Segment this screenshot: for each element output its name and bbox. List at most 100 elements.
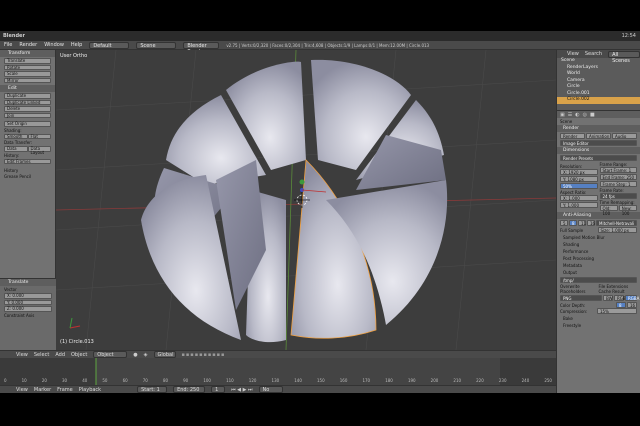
resolution-percent-slider[interactable]: 50% <box>560 183 598 189</box>
outliner-search-menu[interactable]: Search <box>585 51 602 57</box>
sync-selector[interactable]: No Sync <box>258 386 283 399</box>
world-tab-icon[interactable]: ◎ <box>583 112 587 118</box>
render-tab-icon[interactable]: ▣ <box>560 112 565 118</box>
vector-y-field[interactable]: Y: 0.000 <box>4 299 52 305</box>
marker-menu[interactable]: Marker <box>34 387 51 393</box>
orientation-selector[interactable]: Global <box>153 351 176 358</box>
render-presets-selector[interactable]: Render Presets <box>560 155 637 161</box>
mode-selector[interactable]: Object Mode <box>93 351 128 364</box>
compression-slider[interactable]: 15% <box>597 308 637 314</box>
menu-file[interactable]: File <box>4 42 12 48</box>
history-panel-label[interactable]: History <box>4 168 51 173</box>
full-sample-checkbox[interactable]: Full Sample <box>560 228 596 233</box>
layers-tab-icon[interactable]: ☰ <box>568 112 572 118</box>
vector-z-field[interactable]: Z: 0.000 <box>4 306 52 312</box>
frame-menu[interactable]: Frame <box>57 387 73 393</box>
data-button[interactable]: Data <box>4 146 28 152</box>
layout-selector[interactable]: Default <box>89 41 130 49</box>
output-path-field[interactable]: /tmp/ <box>560 277 637 283</box>
playback-controls[interactable]: ⏮ ◀ ▶ ⏭ <box>231 387 252 393</box>
remap-old-field[interactable]: Old: 100 <box>599 205 618 216</box>
select-menu[interactable]: Select <box>34 352 49 358</box>
mirror-button[interactable]: Mirror <box>4 77 51 83</box>
end-frame-field[interactable]: End: 250 <box>173 386 206 393</box>
output-panel[interactable]: Output <box>563 270 634 275</box>
timeline[interactable]: 0 10 20 30 40 50 60 70 80 90 100 110 120… <box>0 358 556 385</box>
render-panel-header[interactable]: Render <box>557 125 640 132</box>
aspect-x-field[interactable]: X: 1.000 <box>560 195 598 201</box>
outliner-display-selector[interactable]: All Scenes <box>608 50 640 64</box>
file-format-selector[interactable]: PNG <box>560 295 602 301</box>
end-frame-prop-field[interactable]: End Frame: 250 <box>599 174 637 180</box>
post-processing-panel[interactable]: Post Processing <box>563 256 634 261</box>
cache-result-checkbox[interactable]: Cache Result <box>599 289 638 294</box>
pivot-icon[interactable]: ◈ <box>144 352 148 358</box>
color-bw-button[interactable]: BW <box>603 295 613 301</box>
tick-label: 140 <box>294 378 302 383</box>
timeline-view-menu[interactable]: View <box>16 387 28 393</box>
render-engine-selector[interactable]: Blender Render <box>183 41 220 55</box>
current-frame-field[interactable]: 1 <box>211 386 226 393</box>
dimensions-panel-header[interactable]: Dimensions <box>557 147 640 154</box>
vector-x-field[interactable]: X: 0.000 <box>4 293 52 299</box>
smooth-button[interactable]: Smooth <box>4 133 28 139</box>
performance-panel[interactable]: Performance <box>563 249 634 254</box>
frame-step-field[interactable]: Frame Step: 1 <box>599 181 637 187</box>
grease-pencil-panel-label[interactable]: Grease Pencil <box>4 174 51 179</box>
playback-menu[interactable]: Playback <box>79 387 101 393</box>
filter-size-field[interactable]: Size: 1.000 px <box>597 227 637 233</box>
scene-selector[interactable]: Scene <box>136 41 177 49</box>
motion-blur-panel[interactable]: Sampled Motion Blur <box>563 235 634 240</box>
menu-window[interactable]: Window <box>44 42 64 48</box>
menu-render[interactable]: Render <box>19 42 37 48</box>
bake-panel[interactable]: Bake <box>563 316 634 321</box>
scene-tab-icon[interactable]: ◐ <box>575 112 579 118</box>
outliner-item-circle-002[interactable]: Circle.002 <box>557 97 640 104</box>
object-tab-icon[interactable]: ■ <box>590 112 595 118</box>
aa-samples-5[interactable]: 5 <box>560 220 568 226</box>
set-origin-button[interactable]: Set Origin <box>4 121 51 127</box>
operator-title[interactable]: Translate <box>0 279 56 286</box>
layer-buttons[interactable]: ▪▪▪▪▪▪▪▪▪▪ <box>182 352 226 358</box>
flat-button[interactable]: Flat <box>27 133 51 139</box>
metadata-panel[interactable]: Metadata <box>563 263 634 268</box>
resolution-x-field[interactable]: X: 1920 px <box>560 169 598 175</box>
audio-button[interactable]: Audio <box>612 133 637 139</box>
add-menu[interactable]: Add <box>55 352 65 358</box>
render-button[interactable]: Render <box>560 133 585 139</box>
aa-samples-11[interactable]: 11 <box>578 220 586 226</box>
resolution-y-field[interactable]: Y: 1080 px <box>560 176 598 182</box>
fps-selector[interactable]: 24 fps <box>599 193 637 199</box>
start-frame-prop-field[interactable]: Start Frame: 1 <box>599 167 637 173</box>
data-layout-button[interactable]: Data Layout <box>27 146 51 154</box>
view-menu[interactable]: View <box>16 352 28 358</box>
edit-frames-button[interactable]: Edit Frames <box>4 158 51 164</box>
scale-button[interactable]: Scale <box>4 71 51 77</box>
aa-samples-16[interactable]: 16 <box>587 220 595 226</box>
color-rgb-button[interactable]: RGB <box>614 295 626 301</box>
outliner-view-menu[interactable]: View <box>567 51 579 57</box>
aa-samples-8[interactable]: 8 <box>569 220 577 226</box>
3d-viewport[interactable]: User Ortho (1) Circle.013 <box>56 50 556 350</box>
shading-icon[interactable]: ● <box>133 352 137 358</box>
menu-help[interactable]: Help <box>71 42 82 48</box>
delete-button[interactable]: Delete <box>4 106 51 112</box>
transform-panel-header[interactable]: Transform <box>0 50 55 57</box>
duplicate-linked-button[interactable]: Duplicate Linked <box>4 99 51 105</box>
duplicate-button[interactable]: Duplicate <box>4 93 51 99</box>
remap-new-field[interactable]: New: 100 <box>618 205 637 216</box>
aspect-y-field[interactable]: Y: 1.000 <box>560 202 598 208</box>
animation-button[interactable]: Animation <box>586 133 611 139</box>
translate-button[interactable]: Translate <box>4 58 51 64</box>
color-rgba-button[interactable]: RGBA <box>625 295 639 301</box>
placeholders-checkbox[interactable]: Placeholders <box>560 289 599 294</box>
edit-panel-header[interactable]: Edit <box>0 85 55 92</box>
join-button[interactable]: Join <box>4 112 51 118</box>
start-frame-field[interactable]: Start: 1 <box>137 386 168 393</box>
object-menu[interactable]: Object <box>71 352 87 358</box>
shading-panel[interactable]: Shading <box>563 242 634 247</box>
rotate-button[interactable]: Rotate <box>4 64 51 70</box>
display-selector[interactable]: Image Editor <box>560 140 637 146</box>
aa-filter-selector[interactable]: Mitchell-Netravali <box>596 220 637 226</box>
freestyle-panel[interactable]: Freestyle <box>563 323 634 328</box>
